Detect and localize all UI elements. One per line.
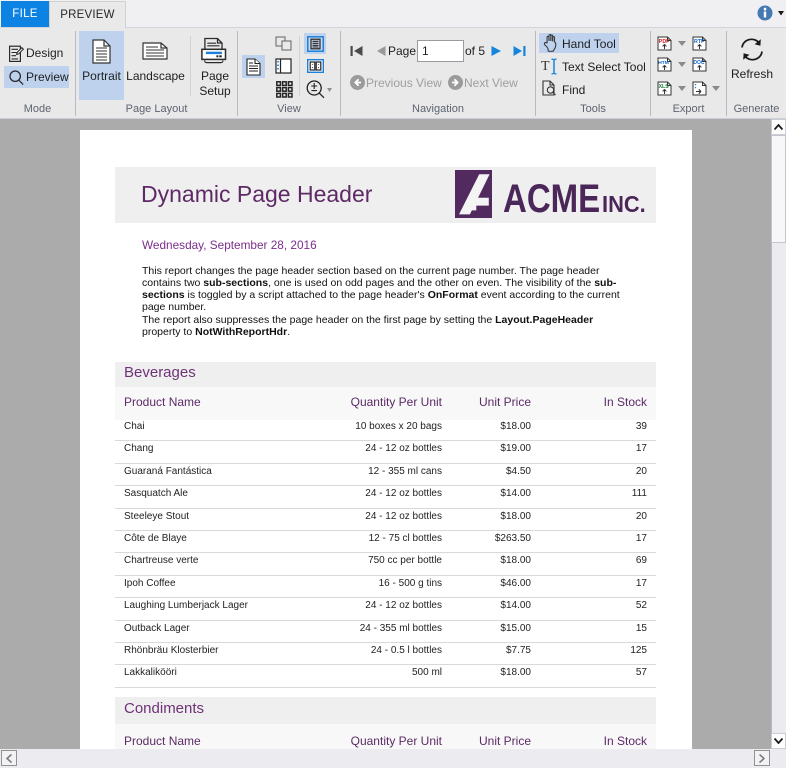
svg-text:PDF: PDF [659,39,670,45]
svg-text:RTF: RTF [694,39,705,45]
svg-text:XLS: XLS [659,84,670,90]
svg-text:HTM: HTM [658,60,669,66]
